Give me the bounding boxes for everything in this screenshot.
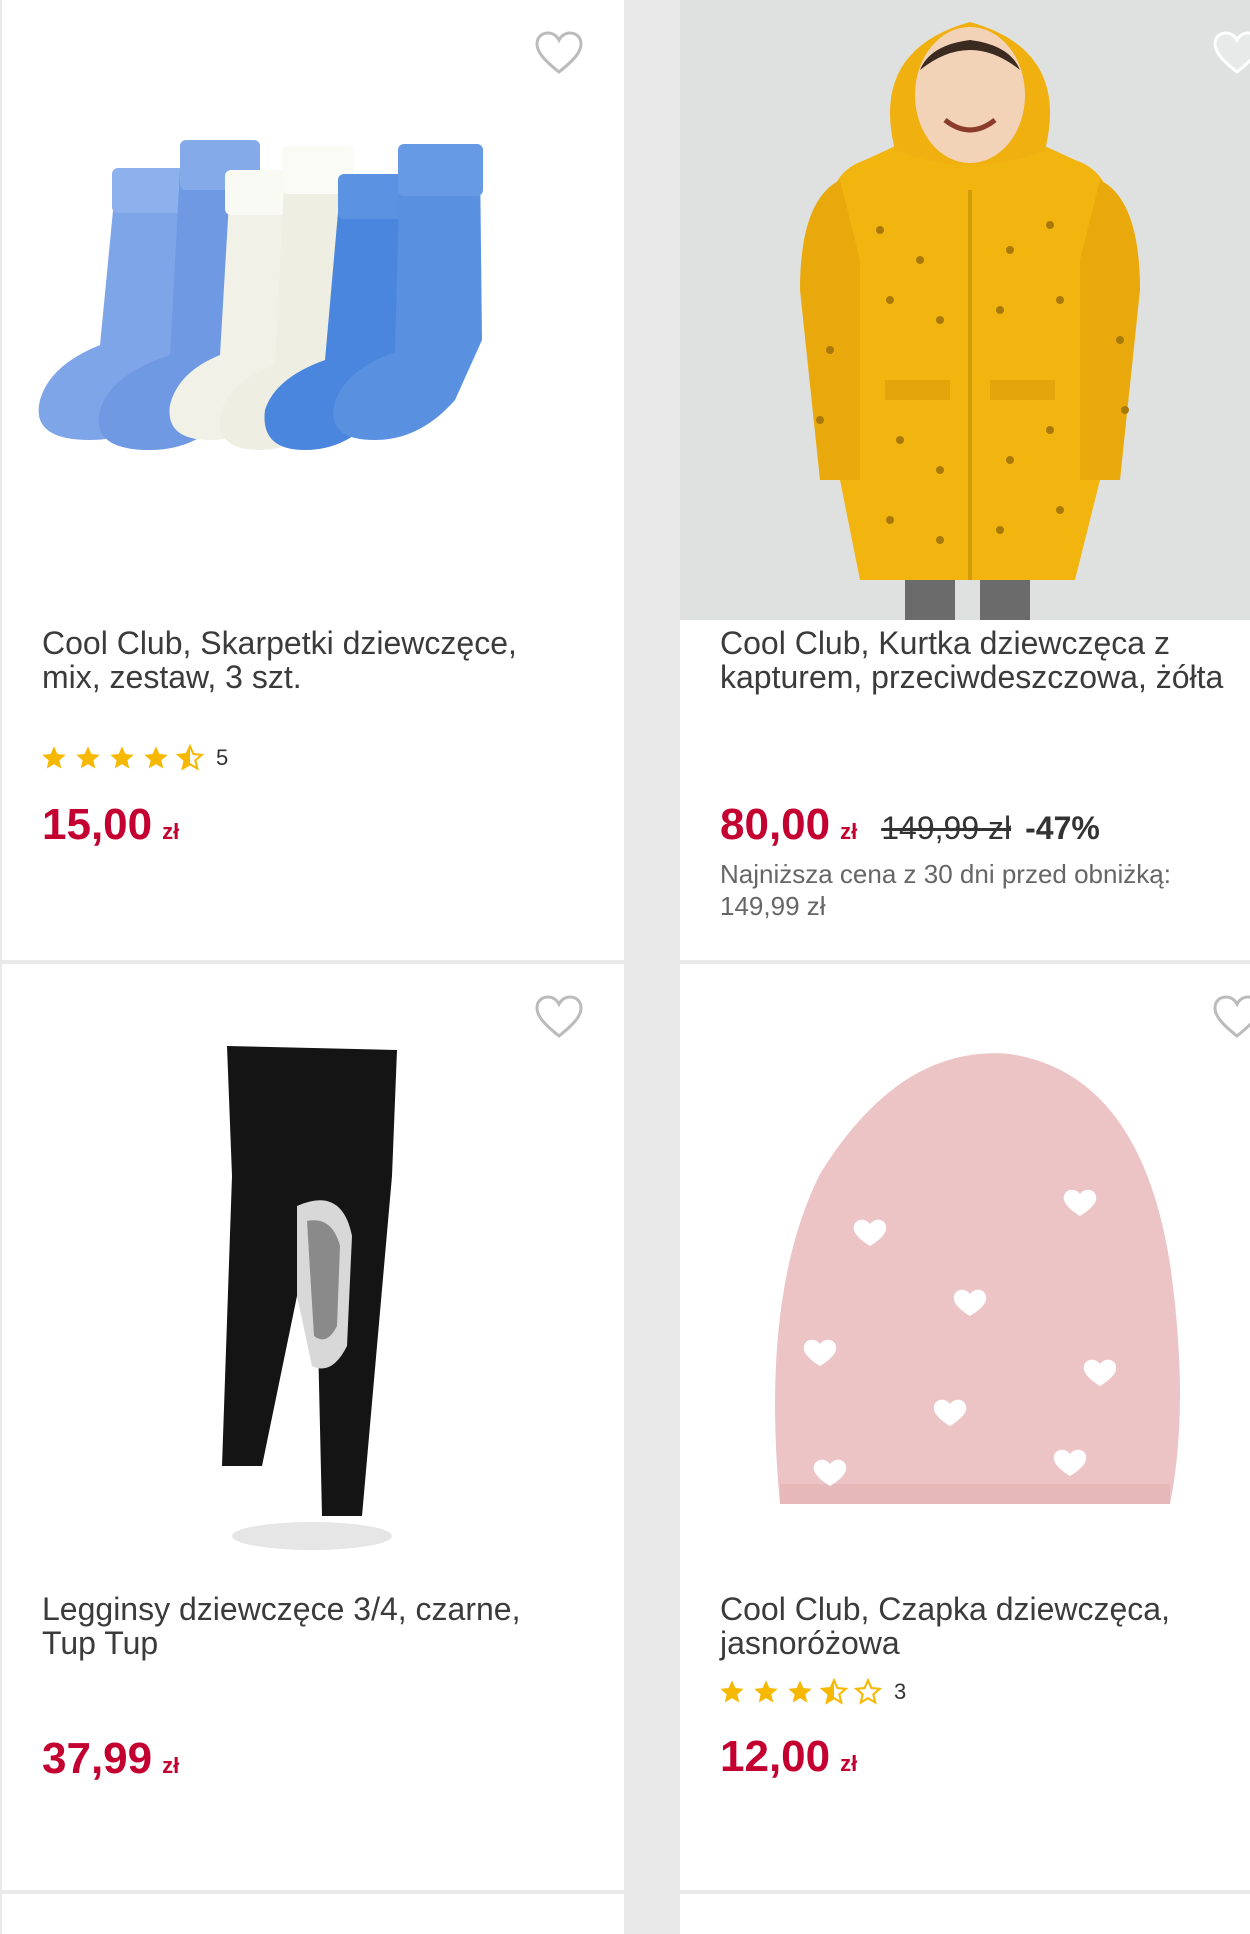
product-card[interactable] <box>680 1894 1250 1934</box>
star-icon <box>42 746 66 769</box>
heart-outline-icon[interactable] <box>534 994 584 1040</box>
currency: zł <box>162 819 180 844</box>
currency: zł <box>162 1753 180 1778</box>
price-row: 80,00 zł 149,99 zł -47% <box>720 800 1100 850</box>
product-image[interactable] <box>680 0 1250 620</box>
heart-outline-icon[interactable] <box>534 30 584 76</box>
currency: zł <box>840 1751 858 1776</box>
price: 37,99 <box>42 1734 153 1783</box>
rating: 3 <box>718 1678 906 1706</box>
price: 15,00 <box>42 800 153 849</box>
price-row: 12,00 zł <box>720 1732 857 1782</box>
heart-outline-icon[interactable] <box>1212 994 1250 1040</box>
star-icon <box>76 746 100 769</box>
product-title[interactable]: Cool Club, Skarpetki dziewczęce, mix, ze… <box>42 626 582 694</box>
product-image[interactable] <box>202 1046 422 1556</box>
rating-count: 3 <box>894 1679 907 1704</box>
price-row: 37,99 zł <box>42 1734 179 1784</box>
product-title[interactable]: Cool Club, Czapka dziewczęca, jasnoróżow… <box>720 1592 1250 1660</box>
product-image[interactable] <box>760 1044 1190 1514</box>
currency: zł <box>840 819 858 844</box>
product-card[interactable]: Cool Club, Skarpetki dziewczęce, mix, ze… <box>2 0 624 960</box>
product-title[interactable]: Legginsy dziewczęce 3/4, czarne, Tup Tup <box>42 1592 582 1660</box>
old-price: 149,99 zł <box>881 810 1012 846</box>
product-card[interactable]: Cool Club, Czapka dziewczęca, jasnoróżow… <box>680 964 1250 1890</box>
discount-badge: -47% <box>1025 810 1100 846</box>
star-icon <box>110 746 134 769</box>
star-icon <box>754 1680 778 1703</box>
rating-count: 5 <box>216 745 229 770</box>
rating: 5 <box>40 744 228 772</box>
price: 80,00 <box>720 800 831 849</box>
star-half-icon <box>820 1678 848 1705</box>
lowest-price-note: Najniższa cena z 30 dni przed obniżką: 1… <box>720 859 1171 921</box>
price: 12,00 <box>720 1732 831 1781</box>
heart-outline-icon[interactable] <box>1212 30 1250 76</box>
star-half-icon <box>176 744 204 771</box>
star-icon <box>720 1680 744 1703</box>
price-row: 15,00 zł <box>42 800 179 850</box>
star-icon <box>788 1680 812 1703</box>
product-card[interactable] <box>2 1894 624 1934</box>
star-icon <box>144 746 168 769</box>
star-outline-icon <box>854 1678 882 1705</box>
product-card[interactable]: Legginsy dziewczęce 3/4, czarne, Tup Tup… <box>2 964 624 1890</box>
product-title[interactable]: Cool Club, Kurtka dziewczęca z kapturem,… <box>720 626 1250 694</box>
product-image[interactable] <box>20 140 600 480</box>
product-card[interactable]: Cool Club, Kurtka dziewczęca z kapturem,… <box>680 0 1250 960</box>
